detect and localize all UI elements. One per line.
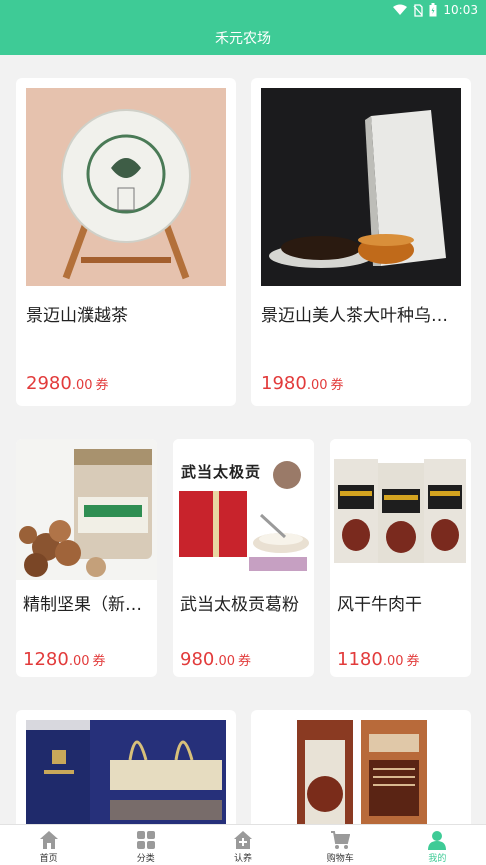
wifi-icon (393, 4, 408, 15)
tab-label: 分类 (136, 854, 155, 864)
product-card[interactable] (16, 710, 236, 824)
tab-label: 我的 (428, 854, 447, 864)
oolong-tea-box-image (261, 88, 461, 286)
profile-icon (428, 831, 447, 850)
product-price: 2980.00 券 (26, 373, 109, 394)
kudzu-powder-giftbox-image: 武当太极贡 (173, 439, 314, 580)
page-title: 禾元农场 (215, 31, 271, 47)
product-name: 景迈山濮越茶 (26, 306, 128, 326)
buckwheat-noodles-image (261, 720, 461, 824)
tab-label: 首页 (39, 854, 58, 864)
product-card[interactable]: 景迈山美人茶大叶种乌… 1980.00 券 (251, 78, 471, 406)
tab-cart[interactable]: 购物车 (292, 825, 389, 865)
tab-adopt[interactable]: 认养 (194, 825, 291, 865)
tab-profile[interactable]: 我的 (389, 825, 486, 865)
tab-home[interactable]: 首页 (0, 825, 97, 865)
adopt-icon (234, 831, 252, 849)
status-time: 10:03 (443, 3, 478, 17)
product-price: 1980.00 券 (261, 373, 344, 394)
product-name: 精制坚果（新… (23, 595, 142, 615)
beef-jerky-packs-image (330, 439, 471, 580)
home-icon (39, 831, 58, 849)
cart-icon (331, 831, 351, 849)
product-card[interactable] (251, 710, 471, 824)
product-name: 景迈山美人茶大叶种乌… (261, 306, 448, 326)
no-sim-icon (413, 3, 424, 17)
tab-category[interactable]: 分类 (97, 825, 194, 865)
tab-label: 购物车 (326, 854, 354, 864)
app-bar: 禾元农场 (0, 22, 486, 55)
pu-erh-tea-cake-image (26, 88, 226, 286)
battery-icon (429, 3, 437, 17)
status-icons: 10:03 (393, 3, 478, 17)
product-name: 风干牛肉干 (337, 595, 422, 615)
product-name: 武当太极贡葛粉 (180, 595, 299, 615)
image-banner-text: 武当太极贡 (181, 463, 262, 481)
product-price: 980.00 券 (180, 649, 252, 670)
product-price: 1280.00 券 (23, 649, 106, 670)
category-icon (136, 831, 155, 849)
status-bar: 10:03 (0, 0, 486, 22)
tab-label: 认养 (234, 854, 253, 864)
gift-bag-image (26, 720, 226, 824)
product-price: 1180.00 券 (337, 649, 420, 670)
nut-jar-image (16, 439, 157, 580)
product-card[interactable]: 风干牛肉干 1180.00 券 (330, 439, 471, 677)
product-card[interactable]: 景迈山濮越茶 2980.00 券 (16, 78, 236, 406)
bottom-tab-bar: 首页 分类 认养 购物车 我的 (0, 824, 486, 865)
product-card[interactable]: 精制坚果（新… 1280.00 券 (16, 439, 157, 677)
product-card[interactable]: 武当太极贡 武当太极贡葛粉 980.00 券 (173, 439, 314, 677)
